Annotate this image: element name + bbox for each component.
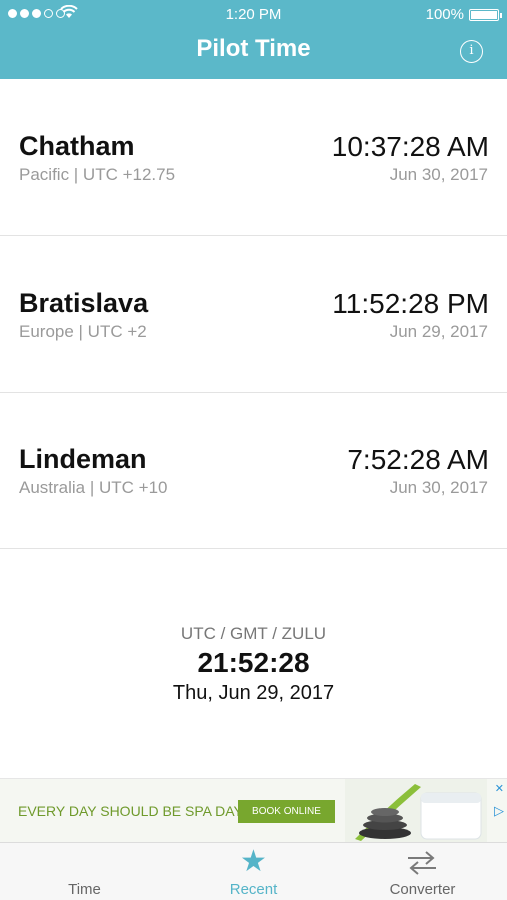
tab-converter[interactable]: Converter <box>338 843 507 900</box>
city-name: Bratislava <box>19 288 149 318</box>
ad-book-button[interactable]: BOOK ONLINE <box>238 800 335 823</box>
city-name: Lindeman <box>19 444 147 474</box>
local-date: Jun 30, 2017 <box>389 165 488 184</box>
battery-icon <box>469 9 502 21</box>
ad-image <box>345 779 487 842</box>
ad-play-icon[interactable]: ▷ <box>494 803 504 819</box>
zone-info: Pacific | UTC +12.75 <box>19 165 176 184</box>
ad-choices-icon[interactable]: ✕ <box>495 782 504 795</box>
battery-percent: 100% <box>425 6 464 23</box>
page-title: Pilot Time <box>196 35 311 62</box>
utc-date: Thu, Jun 29, 2017 <box>172 682 335 704</box>
star-icon: ★ <box>240 845 267 878</box>
local-date: Jun 30, 2017 <box>389 478 488 497</box>
local-time: 11:52:28 PM <box>332 288 489 319</box>
tab-label: Time <box>68 881 101 898</box>
swap-arrows-icon <box>408 851 436 875</box>
utc-time: 21:52:28 <box>197 647 310 678</box>
local-date: Jun 29, 2017 <box>389 322 488 341</box>
app-header: 1:20 PM 100% Pilot Time i <box>0 0 507 79</box>
tab-time[interactable]: Time <box>0 843 169 900</box>
list-item[interactable]: Bratislava Europe | UTC +2 11:52:28 PM J… <box>0 236 507 393</box>
utc-clock: UTC / GMT / ZULU 21:52:28 Thu, Jun 29, 2… <box>0 624 507 705</box>
info-icon[interactable]: i <box>460 40 483 63</box>
zone-info: Australia | UTC +10 <box>19 478 168 497</box>
city-name: Chatham <box>19 131 135 161</box>
tab-recent[interactable]: ★ Recent <box>169 843 338 900</box>
local-time: 10:37:28 AM <box>331 131 489 162</box>
tab-bar: Time ★ Recent Converter <box>0 842 507 900</box>
status-bar: 1:20 PM 100% <box>0 0 507 30</box>
utc-label: UTC / GMT / ZULU <box>180 624 327 643</box>
zone-info: Europe | UTC +2 <box>19 322 147 341</box>
tab-label: Recent <box>229 881 278 898</box>
local-time: 7:52:28 AM <box>347 444 489 475</box>
ad-text: EVERY DAY SHOULD BE SPA DAY. <box>18 803 245 819</box>
list-item[interactable]: Lindeman Australia | UTC +10 7:52:28 AM … <box>0 392 507 549</box>
list-item[interactable]: Chatham Pacific | UTC +12.75 10:37:28 AM… <box>0 79 507 236</box>
ad-banner[interactable]: EVERY DAY SHOULD BE SPA DAY. BOOK ONLINE… <box>0 778 507 842</box>
tab-label: Converter <box>389 881 456 898</box>
